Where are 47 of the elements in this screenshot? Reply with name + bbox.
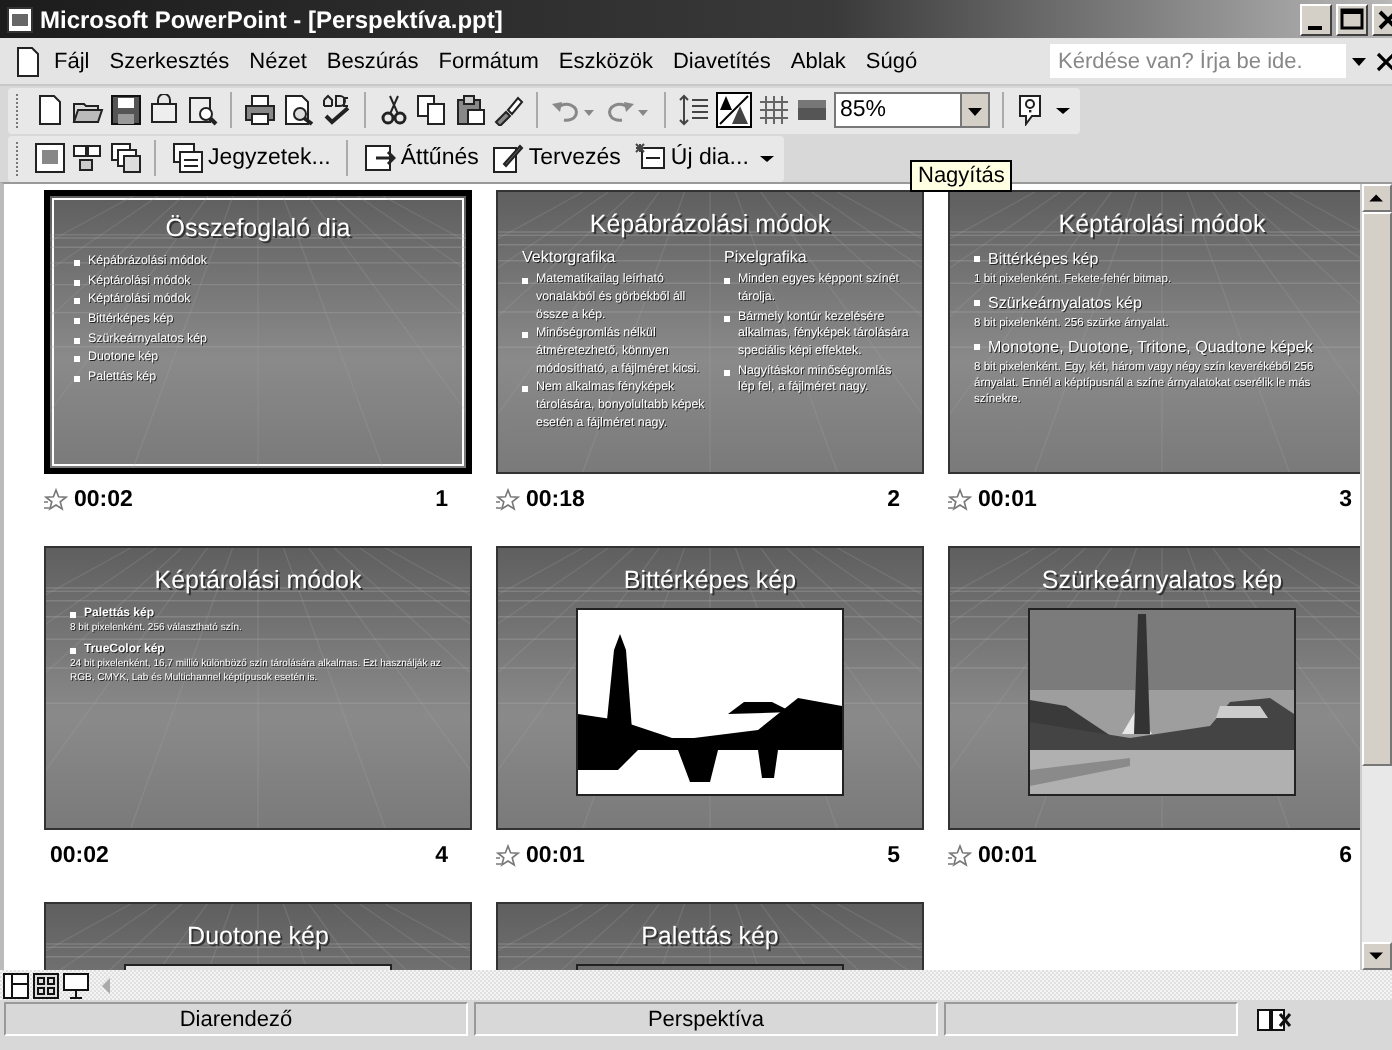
menu-item[interactable]: Ablak: [780, 45, 856, 77]
slide-number: 1: [435, 488, 448, 512]
slide-title: Szürkeárnyalatos kép: [1041, 564, 1283, 594]
menu-item[interactable]: Eszközök: [548, 45, 663, 77]
slide-thumbnail[interactable]: Szürkeárnyalatos kép: [948, 546, 1360, 830]
menu-item[interactable]: Szerkesztés: [99, 45, 240, 77]
design-button[interactable]: Tervezés: [488, 140, 625, 176]
menu-item[interactable]: Nézet: [239, 45, 317, 77]
menu-item[interactable]: Súgó: [855, 45, 928, 77]
slide-thumbnail[interactable]: Duotone kép: [44, 902, 472, 970]
slide-timing: 00:01: [526, 844, 585, 868]
slide-timing: 00:01: [978, 488, 1037, 512]
slide-timing: 00:02: [74, 488, 133, 512]
slide-title: Bittérképes kép: [623, 564, 797, 594]
slide-timing: 00:02: [50, 844, 109, 868]
slide-number: 5: [887, 844, 900, 868]
bullet-text: Monotone, Duotone, Tritone, Quadtone képek: [988, 337, 1315, 360]
bullet-text: Szürkeárnyalatos kép: [988, 293, 1144, 316]
menu-item[interactable]: Beszúrás: [316, 45, 429, 77]
slide-title: Képtárolási módok: [154, 564, 362, 594]
slide-title: Képábrázolási módok: [589, 208, 831, 238]
slide-number: 3: [1339, 488, 1352, 512]
slide-title: Összefoglaló dia: [165, 212, 351, 242]
slide-timing: 00:18: [526, 488, 585, 512]
slide-title: Palettás kép: [641, 920, 779, 950]
notes-button[interactable]: Jegyzetek...: [168, 140, 335, 176]
slide-title: Képtárolási módok: [1058, 208, 1266, 238]
tooltip: Nagyítás: [910, 160, 1013, 192]
column-heading: Vektorgrafika: [522, 246, 618, 269]
menu-item[interactable]: Fájl: [44, 45, 100, 77]
slide-thumbnail[interactable]: Bittérképes kép: [496, 546, 924, 830]
column-heading: Pixelgrafika: [724, 246, 809, 269]
slide-number: 6: [1339, 844, 1352, 868]
slide-number: 2: [887, 488, 900, 512]
slide-number: 4: [435, 844, 448, 868]
status-text: Perspektíva: [474, 1002, 938, 1036]
menu-item[interactable]: Formátum: [428, 45, 549, 77]
slide-thumbnail[interactable]: Palettás kép: [496, 902, 924, 970]
new-slide-button[interactable]: Új dia...: [630, 140, 753, 176]
status-text: Diarendező: [4, 1002, 468, 1036]
zoom-box[interactable]: 85%: [834, 92, 990, 128]
slide-title: Duotone kép: [187, 920, 329, 950]
menu-item[interactable]: Diavetítés: [662, 45, 781, 77]
transition-button[interactable]: Áttűnés: [360, 140, 483, 176]
bullet-text: Bittérképes kép: [988, 250, 1101, 272]
slide-timing: 00:01: [978, 844, 1037, 868]
window-title: Microsoft PowerPoint - [Perspektíva.ppt]: [40, 5, 505, 33]
